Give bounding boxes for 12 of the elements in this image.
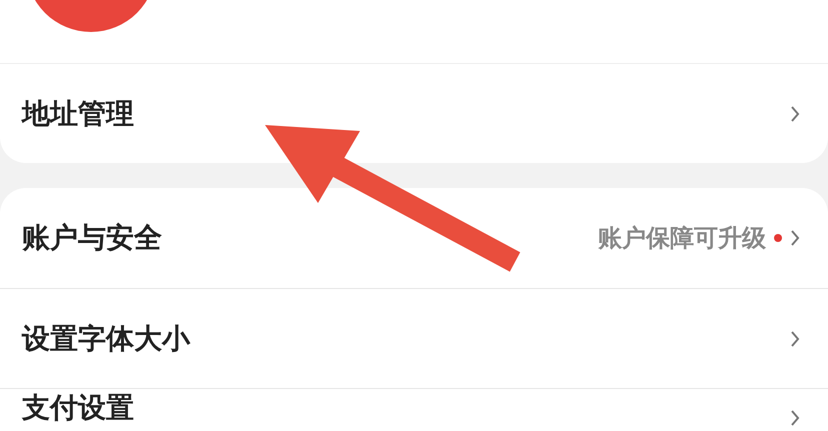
menu-label: 账户与安全 xyxy=(22,220,162,256)
menu-note: 账户保障可升级 xyxy=(598,223,766,254)
menu-item[interactable]: 账户与安全 账户保障可升级 xyxy=(0,188,828,288)
menu-item[interactable]: 支付设置 xyxy=(0,388,828,431)
menu-label: 支付设置 xyxy=(22,390,134,426)
menu-item[interactable]: 设置字体大小 xyxy=(0,288,828,388)
chevron-icon xyxy=(790,229,800,247)
chevron-icon xyxy=(790,104,800,122)
chevron-icon xyxy=(790,330,800,348)
menu-label: 地址管理 xyxy=(22,96,134,132)
menu-label: 设置字体大小 xyxy=(22,320,190,356)
chevron-icon xyxy=(790,409,800,427)
